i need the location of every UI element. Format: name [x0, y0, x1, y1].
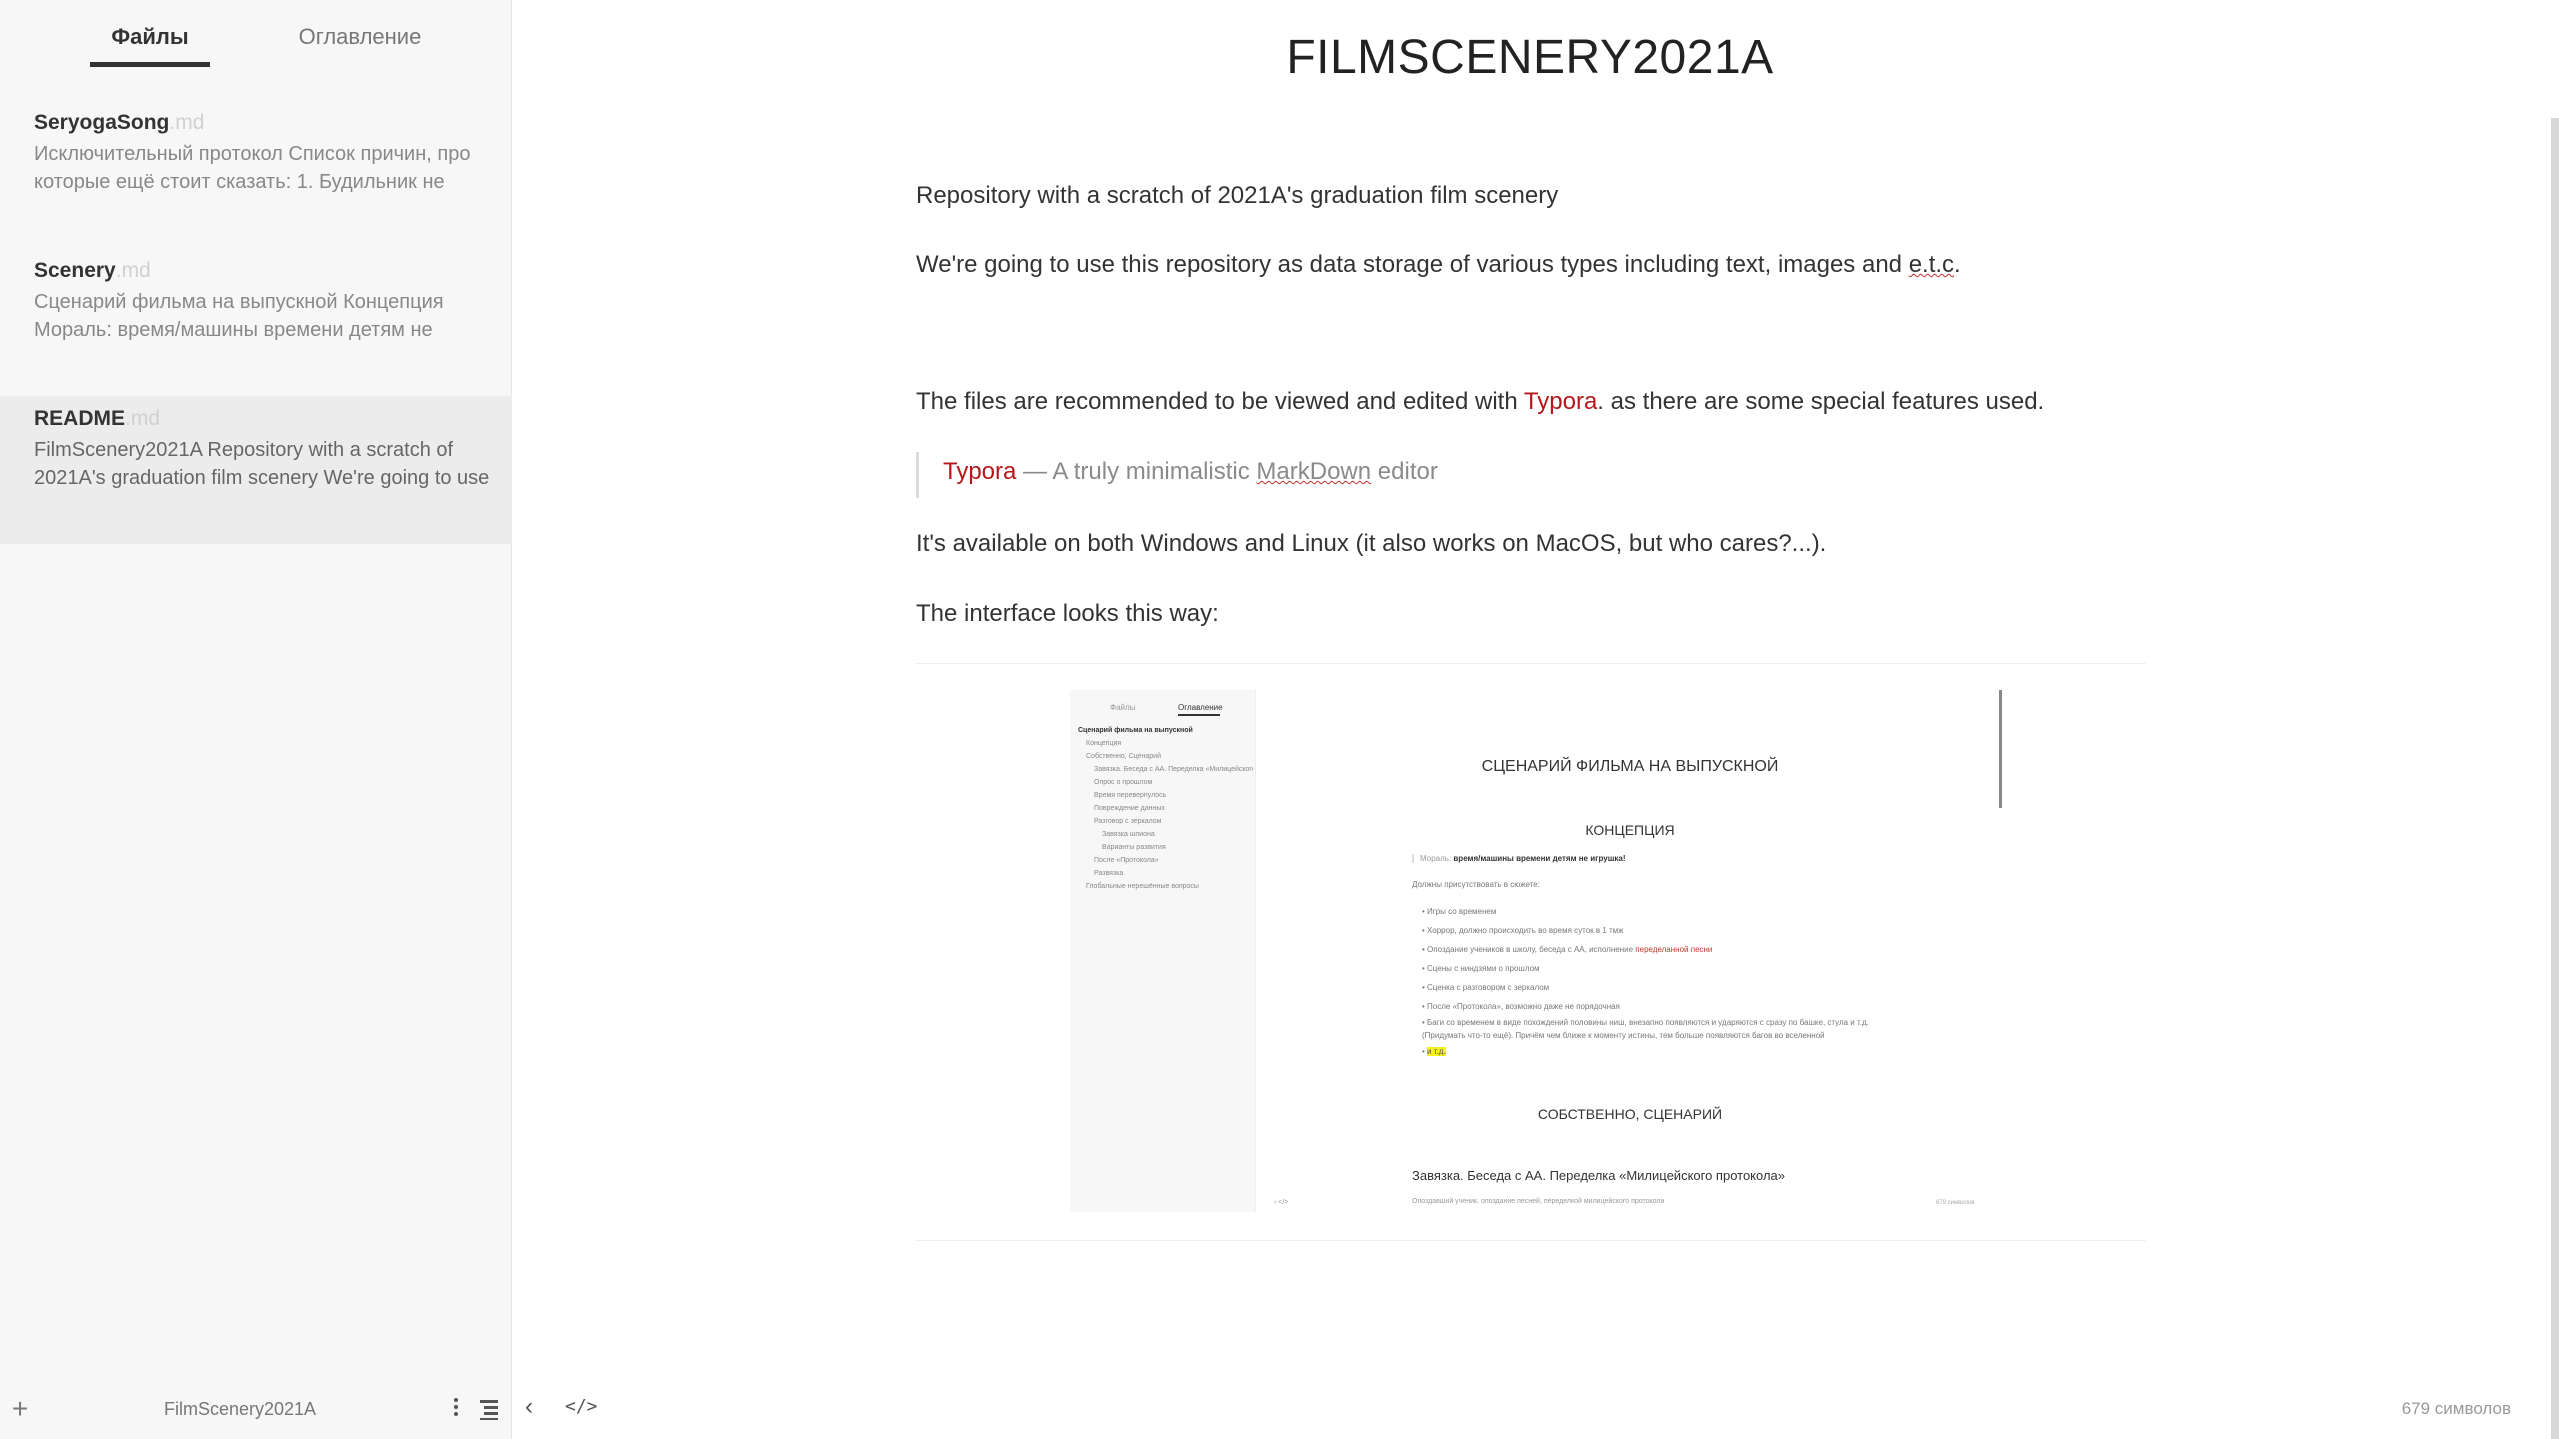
tab-files[interactable]: Файлы: [90, 24, 210, 67]
mini-list-item: • и т.д.: [1422, 1047, 1446, 1056]
spellcheck-word: e.t.c: [1908, 251, 1955, 278]
scrollbar[interactable]: [2551, 118, 2559, 1439]
mini-text: Должны присутствовать в сюжете:: [1412, 880, 1540, 889]
interface-screenshot-image: Файлы Оглавление Сценарий фильма на выпу…: [1070, 690, 2004, 1212]
paragraph-recommendation: The files are recommended to be viewed a…: [916, 388, 2045, 415]
mini-heading-concept: КОНЦЕПЦИЯ: [1585, 822, 1675, 838]
outline-view-icon[interactable]: [480, 1399, 502, 1420]
file-title: README.md: [34, 407, 161, 430]
sidebar-tabs: Файлы Оглавление: [0, 0, 512, 72]
mini-list-item: • После «Протокола», возможно даже не по…: [1422, 1002, 1620, 1011]
mini-heading-main: СЦЕНАРИЙ ФИЛЬМА НА ВЫПУСКНОЙ: [1481, 758, 1779, 775]
typora-link[interactable]: Typora: [1524, 388, 1597, 415]
mini-outline-item: Время перевернулось: [1094, 792, 1167, 799]
file-title: Scenery.md: [34, 259, 151, 282]
mini-list-item: • Игры со временем: [1422, 907, 1497, 916]
mini-outline-item: Повреждение данных: [1094, 805, 1165, 812]
tab-outline[interactable]: Оглавление: [290, 24, 430, 50]
mini-outline-item: Собственно, Сценарий: [1086, 753, 1161, 760]
markdown-word: MarkDown: [1256, 458, 1372, 485]
file-snippet: Сценарий фильма на выпускной Концепция М…: [34, 291, 444, 341]
paragraph-storage: We're going to use this repository as da…: [916, 251, 1961, 278]
mini-list: • Игры со временем • Хоррор, должно прои…: [1422, 902, 1882, 1061]
file-title: SeryogaSong.md: [34, 111, 205, 134]
paragraph-platforms: It's available on both Windows and Linux…: [916, 530, 1827, 557]
sidebar-footer: + FilmScenery2021A: [0, 1379, 512, 1439]
source-code-mode-icon[interactable]: </>: [565, 1396, 598, 1417]
file-snippet: FilmScenery2021A Repository with a scrat…: [34, 439, 490, 489]
add-file-icon[interactable]: +: [8, 1393, 32, 1425]
mini-char-count: 679 символов: [1936, 1200, 1975, 1206]
file-snippet: Исключительный протокол Список причин, п…: [34, 143, 471, 193]
mini-tab-files: Файлы: [1110, 703, 1136, 712]
mini-list-item: • Опоздание учеников в школу, беседа с А…: [1422, 945, 1713, 954]
mini-quote: Мораль: время/машины времени детям не иг…: [1412, 854, 1626, 863]
mini-outline-item: Концепция: [1086, 740, 1122, 747]
mini-heading-plot: Завязка. Беседа с АА. Переделка «Милицей…: [1412, 1168, 1786, 1183]
file-list: SeryogaSong.md Исключительный протокол С…: [0, 100, 512, 544]
blockquote: Typora — A truly minimalistic MarkDown e…: [916, 452, 1438, 498]
document-title: FILMSCENERY2021A: [1286, 31, 1774, 84]
mini-outline-item: Завязка. Беседа с АА. Переделка «Милицей…: [1094, 766, 1253, 773]
mini-outline-item: Сценарий фильма на выпускной: [1078, 727, 1193, 734]
file-extension: .md: [169, 111, 205, 134]
mini-list-item: • Баги со временем в виде похождений пол…: [1422, 1018, 1869, 1040]
image-bottom-border: [916, 1240, 2146, 1241]
mini-outline-item: Опрос о прошлом: [1094, 779, 1153, 786]
mini-heading-scenario: СОБСТВЕННО, СЦЕНАРИЙ: [1537, 1106, 1723, 1122]
mini-outline-item: Варианты развития: [1102, 844, 1166, 851]
mini-outline-item: После «Протокола»: [1094, 857, 1159, 864]
mini-list-item: • Хоррор, должно происходить во время су…: [1422, 926, 1624, 935]
mini-outline-item: Разговор с зеркалом: [1094, 818, 1162, 825]
character-count[interactable]: 679 символов: [2402, 1399, 2511, 1419]
mini-outline: Сценарий фильма на выпускной Концепция С…: [1078, 724, 1253, 893]
paragraph-intro: Repository with a scratch of 2021A's gra…: [916, 182, 1559, 209]
more-options-icon[interactable]: [448, 1395, 464, 1421]
image-top-border: [916, 663, 2146, 664]
mini-tab-outline: Оглавление: [1178, 703, 1223, 716]
sidebar: Файлы Оглавление SeryogaSong.md Исключит…: [0, 0, 512, 1439]
paragraph-interface: The interface looks this way:: [916, 600, 1219, 627]
mini-outline-item: Завязка шпионa: [1102, 831, 1155, 838]
mini-outline-item: Развязка: [1094, 870, 1124, 877]
file-item-readme[interactable]: README.md FilmScenery2021A Repository wi…: [0, 396, 512, 544]
mini-text-footer: Опоздавший ученик, опоздание песней, пер…: [1412, 1198, 1665, 1205]
mini-list-item: • Сцены с ниндзями о прошлом: [1422, 964, 1540, 973]
editor-footer: ‹ </> 679 символов: [513, 1379, 2559, 1439]
mini-scrollbar: [1999, 690, 2002, 808]
mini-sidebar: Файлы Оглавление Сценарий фильма на выпу…: [1070, 690, 1256, 1212]
mini-nav: ‹ </>: [1274, 1199, 1289, 1206]
typora-quote-link[interactable]: Typora: [943, 458, 1016, 485]
file-extension: .md: [115, 259, 151, 282]
file-item-seryogasong[interactable]: SeryogaSong.md Исключительный протокол С…: [0, 100, 512, 248]
file-extension: .md: [125, 407, 161, 430]
file-item-scenery[interactable]: Scenery.md Сценарий фильма на выпускной …: [0, 248, 512, 396]
collapse-sidebar-icon[interactable]: ‹: [525, 1393, 533, 1421]
mini-list-item: • Сценка с разговором с зеркалом: [1422, 983, 1550, 992]
editor: FILMSCENERY2021A Repository with a scrat…: [513, 0, 2559, 1439]
folder-name: FilmScenery2021A: [163, 1399, 317, 1419]
mini-outline-item: Глобальные нерешённые вопросы: [1086, 883, 1199, 890]
